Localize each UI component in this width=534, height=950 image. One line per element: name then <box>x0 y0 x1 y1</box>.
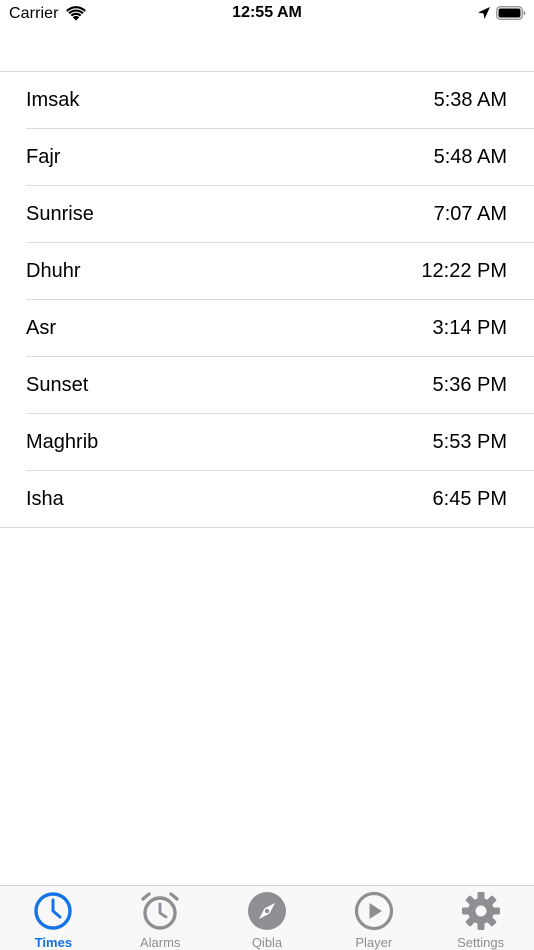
prayer-name: Dhuhr <box>26 260 81 282</box>
prayer-time: 6:45 PM <box>432 488 507 510</box>
list-item[interactable]: Sunrise 7:07 AM <box>0 186 534 243</box>
prayer-times-list: Imsak 5:38 AM Fajr 5:48 AM Sunrise 7:07 … <box>0 71 534 528</box>
tab-alarms[interactable]: Alarms <box>107 886 214 950</box>
tab-times[interactable]: Times <box>0 886 107 950</box>
gear-icon <box>461 892 500 930</box>
tab-label: Alarms <box>139 935 181 950</box>
compass-icon <box>247 892 286 930</box>
app-screen: Carrier 12:55 AM Imsak 5:38 AM Fajr 5:48… <box>0 0 534 950</box>
prayer-time: 5:53 PM <box>432 431 507 453</box>
prayer-name: Maghrib <box>26 431 99 453</box>
prayer-time: 5:36 PM <box>432 374 507 396</box>
prayer-time: 5:48 AM <box>433 146 507 168</box>
list-item[interactable]: Dhuhr 12:22 PM <box>0 243 534 300</box>
prayer-name: Imsak <box>26 89 80 111</box>
prayer-time: 3:14 PM <box>432 317 507 339</box>
alarm-clock-icon <box>141 892 179 930</box>
list-item[interactable]: Asr 3:14 PM <box>0 300 534 357</box>
prayer-name: Isha <box>26 488 64 510</box>
list-item[interactable]: Isha 6:45 PM <box>0 471 534 528</box>
tab-label: Times <box>34 935 73 950</box>
clock-icon <box>34 892 73 930</box>
location-arrow-icon <box>478 7 490 19</box>
list-item[interactable]: Fajr 5:48 AM <box>0 129 534 186</box>
tab-label: Settings <box>457 935 505 950</box>
prayer-time: 12:22 PM <box>421 260 507 282</box>
battery-icon <box>496 6 526 20</box>
list-item[interactable]: Imsak 5:38 AM <box>0 72 534 129</box>
list-item[interactable]: Maghrib 5:53 PM <box>0 414 534 471</box>
play-circle-icon <box>354 891 393 931</box>
prayer-name: Fajr <box>26 146 61 168</box>
tab-label: Player <box>355 935 393 950</box>
tab-qibla[interactable]: Qibla <box>214 886 321 950</box>
tab-player[interactable]: Player <box>320 886 427 950</box>
tab-label: Qibla <box>251 935 283 950</box>
list-item[interactable]: Sunset 5:36 PM <box>0 357 534 414</box>
prayer-name: Sunset <box>26 374 89 396</box>
prayer-time: 7:07 AM <box>433 203 507 225</box>
status-time: 12:55 AM <box>232 4 302 21</box>
tab-bar: Times Alarms Qibla Player Settings <box>0 885 534 950</box>
prayer-name: Asr <box>26 317 56 339</box>
status-bar: Carrier 12:55 AM <box>0 0 534 30</box>
tab-settings[interactable]: Settings <box>427 886 534 950</box>
prayer-time: 5:38 AM <box>433 89 507 111</box>
prayer-name: Sunrise <box>26 203 94 225</box>
